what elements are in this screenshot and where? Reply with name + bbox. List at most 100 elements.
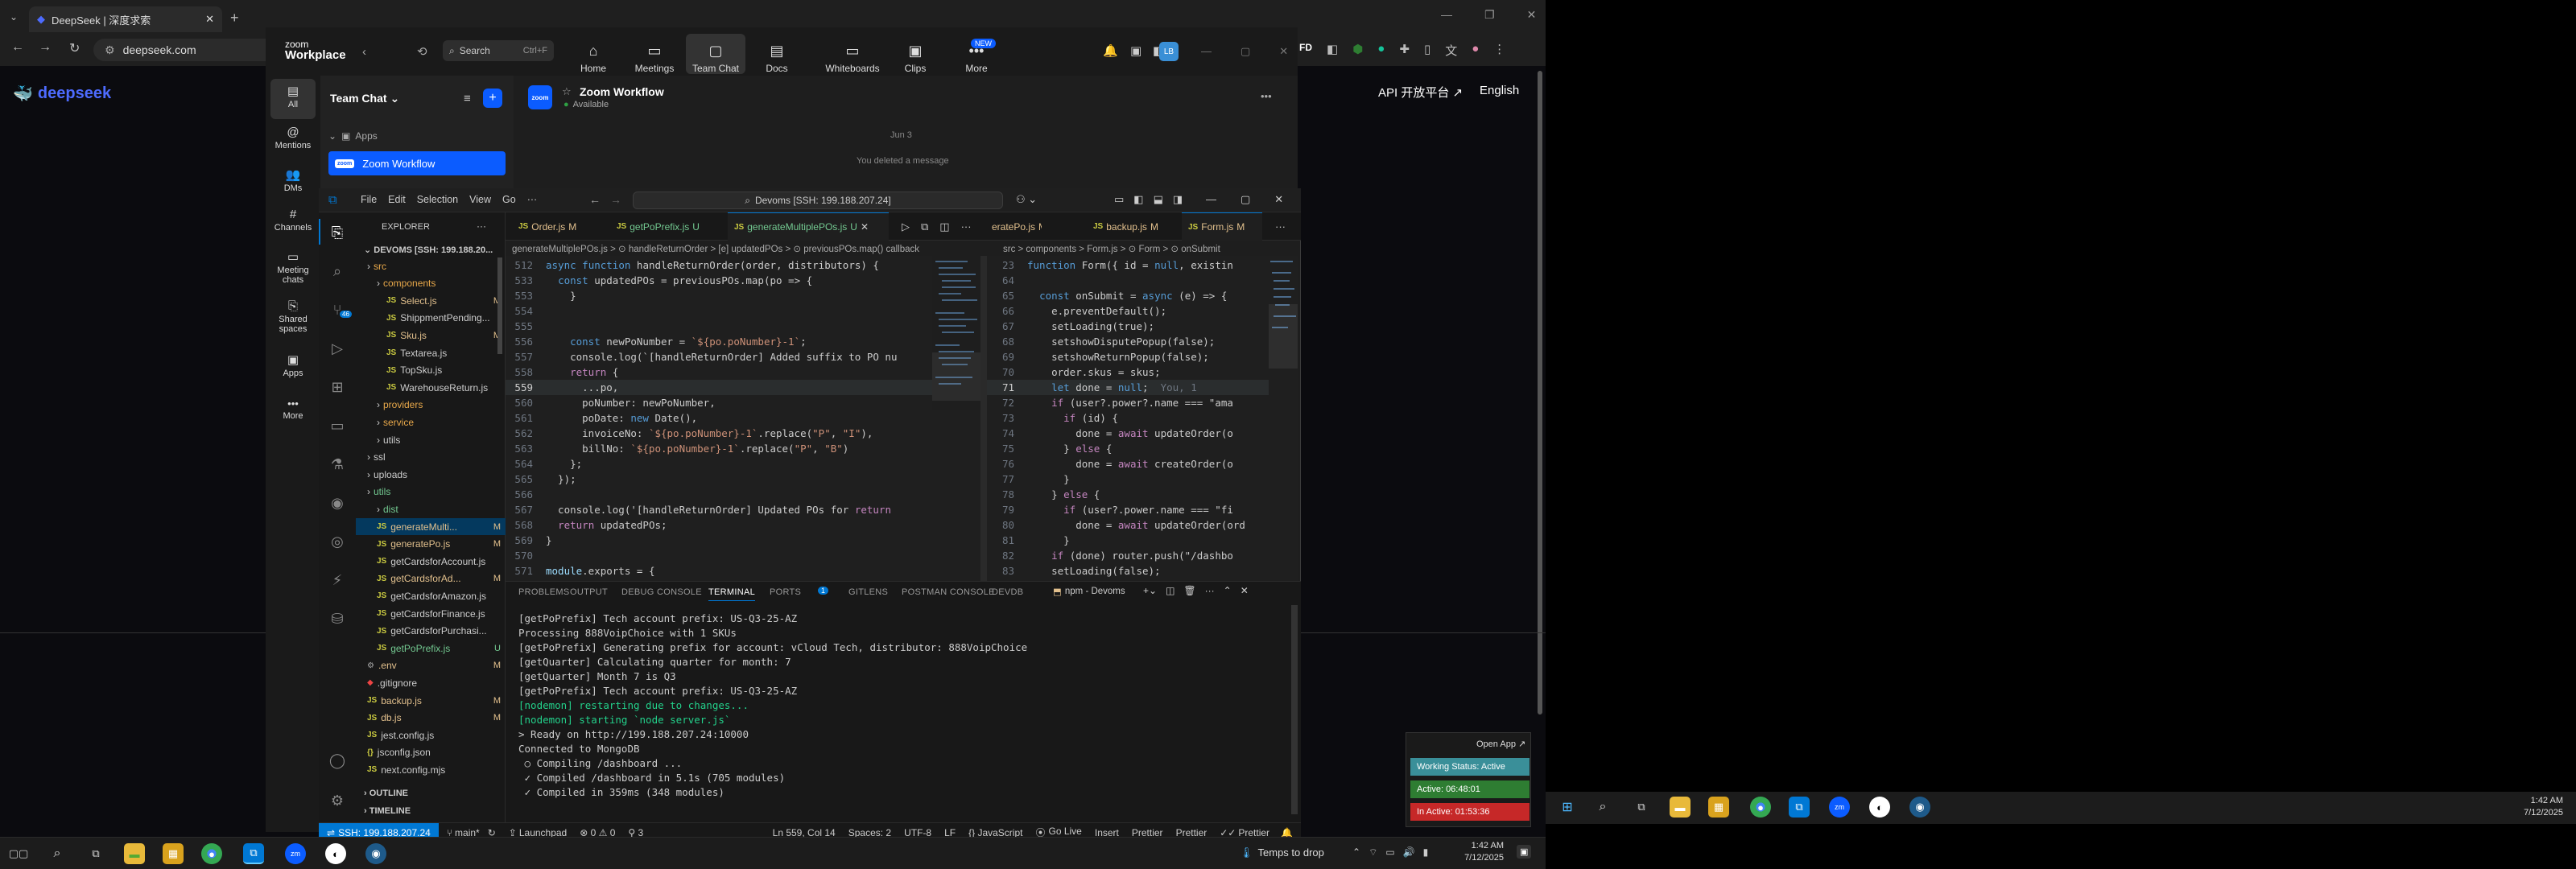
code-line[interactable]: 563 billNo: `${po.poNumber}-1`.replace("… [506,441,932,456]
close-window-icon[interactable]: ✕ [1527,8,1537,22]
screen-share-icon[interactable]: ▣ [1130,43,1141,58]
zoom-history-icon[interactable]: ⟲ [417,44,427,59]
browser-tab[interactable]: ◆ DeepSeek | 深度求索 ✕ [29,6,222,32]
zoom-nav-clips[interactable]: ▣ Clips [886,34,945,74]
compare-icon[interactable]: ⧉ [921,220,928,233]
toggle-panel-icon[interactable]: ⬓ [1154,193,1163,206]
close-icon[interactable]: ✕ [861,221,869,233]
notification-icon[interactable]: ▣ [1517,845,1532,859]
task-view-icon[interactable]: ⧉ [1631,797,1652,818]
code-line[interactable]: 554 [506,303,932,319]
run-icon[interactable]: ▷ [902,220,910,233]
database-icon[interactable]: ⛁ [327,608,348,629]
zoom-taskbar-icon[interactable]: zm [1829,797,1850,818]
bell-icon[interactable]: 🔔 [1103,43,1118,58]
puzzle-icon[interactable]: ✚ [1399,42,1410,59]
terminal-scrollbar[interactable] [1291,605,1298,814]
maximize-icon[interactable]: ▢ [1241,45,1250,58]
code-line[interactable]: 556 const newPoNumber = `${po.poNumber}-… [506,334,932,349]
code-line[interactable]: 23 function Form({ id = null, existin [987,257,1269,273]
rail-apps[interactable]: ▣ Apps [270,352,316,378]
tree-item[interactable]: › utils [356,431,506,448]
app-taskbar-icon[interactable]: ◐ [325,843,346,864]
code-line[interactable]: 512 async function handleReturnOrder(orde… [506,257,932,273]
windows-search-icon[interactable]: ⌕ [47,843,68,864]
zoom-nav-docs[interactable]: ▤ Docs [747,34,807,74]
start-icon[interactable]: ⊞ [1557,797,1578,818]
team-chat-heading[interactable]: Team Chat ⌄ [330,92,399,105]
tab-search-icon[interactable]: ⌄ [10,11,18,23]
maximize-icon[interactable]: ❐ [1484,8,1495,22]
tree-item[interactable]: › utils [356,484,506,500]
tree-item[interactable]: JS generatePo.js M [356,536,506,553]
tree-item[interactable]: › providers [356,397,506,414]
app2-taskbar-icon[interactable]: ◉ [365,843,386,864]
code-line[interactable]: 560 poNumber: newPoNumber, [506,395,932,410]
tree-item[interactable]: JS db.js M [356,710,506,727]
tab-form-js[interactable]: JS Form.js M [1182,212,1262,241]
minimize-icon[interactable]: — [1201,45,1212,58]
minimap-right[interactable] [1269,256,1298,581]
chrome-icon[interactable]: ● [201,843,222,864]
editor-right[interactable]: 23 function Form({ id = null, existin 64 65… [987,256,1269,581]
tree-item[interactable]: JS WarehouseReturn.js [356,379,506,396]
minimize-icon[interactable]: — [1441,8,1452,22]
code-line[interactable]: 78 } else { [987,487,1269,502]
account-icon[interactable]: ◯ [327,750,348,771]
minimize-icon[interactable]: — [1206,193,1216,206]
explorer-scrollbar[interactable] [497,257,502,354]
vscode-taskbar-icon[interactable]: ⧉ [243,843,264,864]
code-line[interactable]: 566 [506,487,932,502]
panel-tab[interactable]: DEVDB [992,587,1023,597]
maximize-icon[interactable]: ▢ [1241,193,1250,206]
new-tab-button[interactable]: + [230,10,239,27]
tree-item[interactable]: ⚙ .env M [356,657,506,674]
code-line[interactable]: 559 ...po, [506,380,932,395]
menu-more[interactable]: ··· [527,194,538,205]
copilot-icon[interactable]: ⚇ ⌄ [1016,193,1037,206]
code-line[interactable]: 569} [506,533,932,548]
panel-tab[interactable]: PROBLEMS [518,587,570,597]
trash-icon[interactable]: 🗑 [1183,585,1195,596]
file-explorer-icon[interactable]: ▬ [124,843,145,864]
code-line[interactable]: 66 e.preventDefault(); [987,303,1269,319]
code-line[interactable]: 75 } else { [987,441,1269,456]
shield-extension-icon[interactable]: ⬢ [1352,42,1363,59]
page-scrollbar[interactable] [1538,71,1542,715]
avatar[interactable]: LB [1159,42,1179,61]
explorer-more-icon[interactable]: ··· [477,220,486,232]
tree-item[interactable]: JSSelect.jsM [356,292,506,309]
tree-item[interactable]: JS getCardsforAccount.js [356,553,506,570]
rail-meeting-chats[interactable]: ▭ Meeting chats [270,249,316,285]
code-line[interactable]: 564 }; [506,456,932,472]
code-line[interactable]: 81 } [987,533,1269,548]
gitlens-icon[interactable]: ◉ [327,492,348,513]
code-line[interactable]: 67 setLoading(true); [987,319,1269,334]
code-line[interactable]: 65 const onSubmit = async (e) => { [987,288,1269,303]
close-icon[interactable]: ✕ [205,13,214,26]
editor-split-scrollbar[interactable] [980,256,987,581]
menu-go[interactable]: Go [502,194,516,205]
breadcrumb-right[interactable]: src > components > Form.js > ⊙ Form > ⊙ … [1003,243,1298,254]
more-icon[interactable]: ··· [1205,585,1215,596]
tree-item[interactable]: JS next.config.mjs [356,761,506,778]
tree-item[interactable]: JS backup.js M [356,692,506,709]
terminal-selector[interactable]: ⬒ npm - Devoms [1053,586,1125,597]
panel-tab[interactable]: DEBUG CONSOLE [621,587,702,597]
layout-icon[interactable]: ▭ [1114,193,1124,206]
store-icon[interactable]: ▦ [1708,797,1729,818]
settings-gear-icon[interactable]: ⚙ [327,790,348,811]
fd-extension-icon[interactable]: FD [1299,42,1312,59]
rail-shared-spaces[interactable]: ⎘ Shared spaces [270,299,316,334]
explorer-root[interactable]: ⌄ DEVOMS [SSH: 199.188.20... [364,245,493,255]
tree-item[interactable]: JS ShippmentPending... [356,310,506,327]
chrome-icon[interactable]: ● [1750,797,1771,818]
star-icon[interactable]: ☆ [562,85,572,98]
code-line[interactable]: 567 console.log('[handleReturnOrder] Upd… [506,502,932,517]
tree-item[interactable]: JS getCardsforAmazon.js [356,587,506,604]
rail-more[interactable]: ••• More [270,397,316,421]
rail-channels[interactable]: # Channels [270,208,316,233]
code-line[interactable]: 73 if (id) { [987,410,1269,426]
code-line[interactable]: 74 done = await updateOrder(o [987,426,1269,441]
panel-tab[interactable]: GITLENS [848,587,888,597]
